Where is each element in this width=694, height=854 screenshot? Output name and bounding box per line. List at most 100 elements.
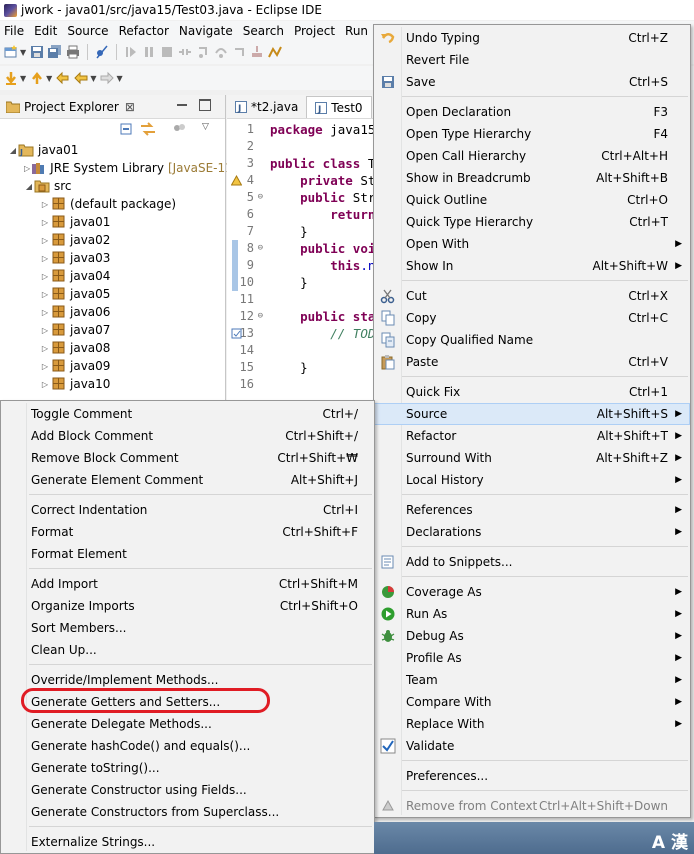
menu-item-show-in[interactable]: Show In Alt+Shift+W ▶ <box>374 255 690 277</box>
tree-item[interactable]: ◢ Jjava01 <box>0 141 225 159</box>
tree-item[interactable]: ▷ java03 <box>0 249 225 267</box>
back-icon[interactable] <box>74 71 88 85</box>
menu-item-add-import[interactable]: Add Import Ctrl+Shift+M <box>1 573 374 595</box>
menu-item-validate[interactable]: Validate <box>374 735 690 757</box>
menu-item-add-to-snippets[interactable]: Add to Snippets... <box>374 551 690 573</box>
menu-item-save[interactable]: Save Ctrl+S <box>374 71 690 93</box>
menu-item-format-element[interactable]: Format Element <box>1 543 374 565</box>
menu-item-preferences[interactable]: Preferences... <box>374 765 690 787</box>
collapsed-icon[interactable]: ▷ <box>40 200 50 209</box>
menu-source[interactable]: Source <box>63 24 114 38</box>
task-marker-icon[interactable] <box>231 327 242 339</box>
menu-navigate[interactable]: Navigate <box>175 24 239 38</box>
menu-item-generate-delegate-methods[interactable]: Generate Delegate Methods... <box>1 713 374 735</box>
menu-item-generate-getters-and-setters[interactable]: Generate Getters and Setters... <box>1 691 374 713</box>
expanded-icon[interactable]: ◢ <box>8 146 18 155</box>
menu-item-replace-with[interactable]: Replace With ▶ <box>374 713 690 735</box>
skip-breakpoints-icon[interactable] <box>95 45 109 59</box>
collapsed-icon[interactable]: ▷ <box>40 254 50 263</box>
menu-item-remove-block-comment[interactable]: Remove Block Comment Ctrl+Shift+₩ <box>1 447 374 469</box>
tree-item[interactable]: ▷ java07 <box>0 321 225 339</box>
link-with-editor-icon[interactable] <box>140 122 156 136</box>
chevron-down-icon[interactable]: ▼ <box>116 74 122 83</box>
menu-item-debug-as[interactable]: Debug As ▶ <box>374 625 690 647</box>
step-return-icon[interactable] <box>232 45 246 59</box>
menu-item-local-history[interactable]: Local History ▶ <box>374 469 690 491</box>
menu-item-open-type-hierarchy[interactable]: Open Type Hierarchy F4 <box>374 123 690 145</box>
expanded-icon[interactable]: ◢ <box>24 182 34 191</box>
collapsed-icon[interactable]: ▷ <box>40 362 50 371</box>
menu-item-sort-members[interactable]: Sort Members... <box>1 617 374 639</box>
tree-item[interactable]: ▷ java10 <box>0 375 225 393</box>
tree-item[interactable]: ▷ java08 <box>0 339 225 357</box>
ime-indicator[interactable]: A 漢 <box>652 828 688 853</box>
menu-item-correct-indentation[interactable]: Correct Indentation Ctrl+I <box>1 499 374 521</box>
menu-item-undo-typing[interactable]: Undo Typing Ctrl+Z <box>374 27 690 49</box>
forward-icon[interactable] <box>100 71 115 85</box>
menu-item-quick-outline[interactable]: Quick Outline Ctrl+O <box>374 189 690 211</box>
menu-item-cut[interactable]: Cut Ctrl+X <box>374 285 690 307</box>
filters-icon[interactable] <box>172 122 186 136</box>
minimize-icon[interactable] <box>176 99 188 111</box>
chevron-down-icon[interactable]: ▼ <box>20 74 26 83</box>
menu-item-open-with[interactable]: Open With ▶ <box>374 233 690 255</box>
previous-annotation-icon[interactable] <box>30 71 44 85</box>
menu-item-paste[interactable]: Paste Ctrl+V <box>374 351 690 373</box>
tree-item[interactable]: ▷ java05 <box>0 285 225 303</box>
menu-item-profile-as[interactable]: Profile As ▶ <box>374 647 690 669</box>
menu-item-declarations[interactable]: Declarations ▶ <box>374 521 690 543</box>
menu-item-override-implement-methods[interactable]: Override/Implement Methods... <box>1 669 374 691</box>
view-menu-icon[interactable]: ▽ <box>202 122 209 132</box>
menu-item-copy-qualified-name[interactable]: Copy Qualified Name <box>374 329 690 351</box>
menu-item-format[interactable]: Format Ctrl+Shift+F <box>1 521 374 543</box>
collapsed-icon[interactable]: ▷ <box>40 326 50 335</box>
tree-item[interactable]: ▷ JRE System Library [JavaSE-11] <box>0 159 237 177</box>
collapsed-icon[interactable]: ▷ <box>40 218 50 227</box>
chevron-down-icon[interactable]: ▼ <box>46 74 52 83</box>
menu-item-surround-with[interactable]: Surround With Alt+Shift+Z ▶ <box>374 447 690 469</box>
collapsed-icon[interactable]: ▷ <box>40 236 50 245</box>
tree-item[interactable]: ▷ java02 <box>0 231 225 249</box>
chevron-down-icon[interactable]: ▼ <box>90 74 96 83</box>
menu-item-run-as[interactable]: Run As ▶ <box>374 603 690 625</box>
print-icon[interactable] <box>66 45 80 59</box>
step-into-icon[interactable] <box>196 45 210 59</box>
tree-item[interactable]: ▷ java09 <box>0 357 225 375</box>
menu-item-refactor[interactable]: Refactor Alt+Shift+T ▶ <box>374 425 690 447</box>
menu-item-coverage-as[interactable]: Coverage As ▶ <box>374 581 690 603</box>
fold-toggle-icon[interactable]: ⊖ <box>258 308 263 325</box>
tree-item[interactable]: ◢ src <box>0 177 225 195</box>
fold-toggle-icon[interactable]: ⊖ <box>258 189 263 206</box>
step-over-icon[interactable] <box>214 45 228 59</box>
project-explorer-tab[interactable]: Project Explorer ⊠ <box>2 100 139 114</box>
menu-item-quick-type-hierarchy[interactable]: Quick Type Hierarchy Ctrl+T <box>374 211 690 233</box>
suspend-icon[interactable] <box>142 45 156 59</box>
menu-item-source[interactable]: Source Alt+Shift+S ▶ <box>374 403 690 425</box>
menu-item-team[interactable]: Team ▶ <box>374 669 690 691</box>
menu-item-generate-constructors-from-superclass[interactable]: Generate Constructors from Superclass... <box>1 801 374 823</box>
editor-tab-t2[interactable]: J *t2.java <box>227 96 306 118</box>
last-edit-location-icon[interactable] <box>56 71 70 85</box>
menu-item-references[interactable]: References ▶ <box>374 499 690 521</box>
save-all-icon[interactable] <box>48 45 62 59</box>
drop-to-frame-icon[interactable] <box>250 45 264 59</box>
menu-edit[interactable]: Edit <box>30 24 63 38</box>
menu-item-generate-element-comment[interactable]: Generate Element Comment Alt+Shift+J <box>1 469 374 491</box>
menu-item-externalize-strings[interactable]: Externalize Strings... <box>1 831 374 853</box>
menu-item-organize-imports[interactable]: Organize Imports Ctrl+Shift+O <box>1 595 374 617</box>
tree-item[interactable]: ▷ (default package) <box>0 195 225 213</box>
menu-item-toggle-comment[interactable]: Toggle Comment Ctrl+/ <box>1 403 374 425</box>
collapsed-icon[interactable]: ▷ <box>40 272 50 281</box>
warning-marker-icon[interactable] <box>230 174 243 186</box>
menu-run[interactable]: Run <box>341 24 374 38</box>
menu-item-generate-tostring[interactable]: Generate toString()... <box>1 757 374 779</box>
use-step-filters-icon[interactable] <box>268 45 283 59</box>
terminate-icon[interactable] <box>160 45 174 59</box>
menu-item-clean-up[interactable]: Clean Up... <box>1 639 374 661</box>
menu-item-open-call-hierarchy[interactable]: Open Call Hierarchy Ctrl+Alt+H <box>374 145 690 167</box>
menu-item-copy[interactable]: Copy Ctrl+C <box>374 307 690 329</box>
menu-item-quick-fix[interactable]: Quick Fix Ctrl+1 <box>374 381 690 403</box>
menu-item-show-in-breadcrumb[interactable]: Show in Breadcrumb Alt+Shift+B <box>374 167 690 189</box>
menu-item-compare-with[interactable]: Compare With ▶ <box>374 691 690 713</box>
tree-item[interactable]: ▷ java04 <box>0 267 225 285</box>
